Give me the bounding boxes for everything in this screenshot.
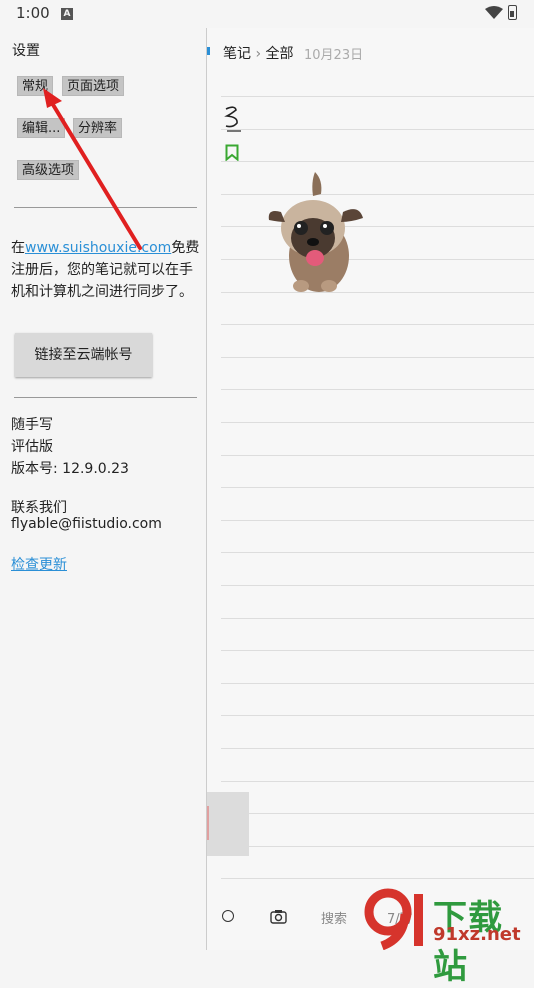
rule-line bbox=[221, 129, 534, 130]
rule-line bbox=[221, 455, 534, 456]
rule-line bbox=[221, 846, 534, 847]
divider bbox=[14, 397, 197, 398]
settings-panel: 设置 常规 页面选项 编辑... 分辨率 高级选项 在www.suishouxi… bbox=[0, 28, 206, 950]
breadcrumb: 笔记 › 全部 bbox=[223, 43, 294, 63]
rule-line bbox=[221, 650, 534, 651]
rule-line bbox=[221, 552, 534, 553]
divider bbox=[14, 207, 197, 208]
rule-line bbox=[221, 422, 534, 423]
version-label: 版本号: 12.9.0.23 bbox=[11, 461, 129, 477]
crumb-marker bbox=[207, 47, 210, 55]
rule-line bbox=[221, 585, 534, 586]
tab-page-options[interactable]: 页面选项 bbox=[62, 76, 125, 96]
rule-line bbox=[221, 683, 534, 684]
watermark-logo bbox=[364, 888, 423, 950]
circle-tool-icon[interactable] bbox=[222, 910, 234, 922]
breadcrumb-root[interactable]: 笔记 bbox=[223, 46, 251, 62]
rule-line bbox=[221, 161, 534, 162]
side-drawer-handle[interactable] bbox=[207, 792, 249, 856]
notebook-page[interactable]: 笔记 › 全部 10月23日 搜索 7/写 bbox=[207, 28, 534, 950]
rule-line bbox=[221, 324, 534, 325]
status-bar: 1:00 A bbox=[0, 0, 534, 28]
handwriting-stroke bbox=[224, 106, 241, 132]
camera-icon[interactable] bbox=[270, 909, 287, 924]
app-name: 随手写 bbox=[11, 417, 53, 433]
check-update-link[interactable]: 检查更新 bbox=[11, 554, 67, 574]
search-button[interactable]: 搜索 bbox=[321, 908, 347, 927]
rule-line bbox=[221, 715, 534, 716]
rule-line bbox=[221, 748, 534, 749]
rule-line bbox=[221, 813, 534, 814]
notification-a-icon: A bbox=[61, 8, 73, 20]
watermark-url: 91xz.net bbox=[433, 924, 521, 945]
bookmark-icon[interactable] bbox=[225, 144, 239, 161]
breadcrumb-current[interactable]: 全部 bbox=[266, 46, 294, 62]
wifi-icon bbox=[485, 6, 503, 19]
breadcrumb-separator: › bbox=[255, 46, 262, 62]
rule-line bbox=[221, 520, 534, 521]
tab-general[interactable]: 常规 bbox=[17, 76, 54, 96]
tab-advanced[interactable]: 高级选项 bbox=[17, 160, 80, 180]
rule-line bbox=[221, 389, 534, 390]
tab-edit[interactable]: 编辑... bbox=[17, 118, 66, 138]
rule-line bbox=[221, 781, 534, 782]
rule-line bbox=[221, 487, 534, 488]
pug-sticker[interactable] bbox=[265, 168, 371, 298]
tab-resolution[interactable]: 分辨率 bbox=[73, 118, 123, 138]
note-date: 10月23日 bbox=[304, 48, 364, 63]
sync-description: 在www.suishouxie.com免费注册后，您的笔记就可以在手机和计算机之… bbox=[11, 237, 201, 303]
battery-icon bbox=[508, 5, 517, 20]
status-time: 1:00 bbox=[16, 4, 50, 22]
rule-line bbox=[221, 618, 534, 619]
rule-line bbox=[221, 878, 534, 879]
rule-line bbox=[221, 357, 534, 358]
edition-label: 评估版 bbox=[11, 439, 53, 455]
sync-prefix: 在 bbox=[11, 240, 25, 256]
website-link[interactable]: www.suishouxie.com bbox=[25, 240, 171, 256]
rule-line bbox=[221, 96, 534, 97]
link-cloud-account-button[interactable]: 链接至云端帐号 bbox=[15, 333, 152, 377]
contact-title: 联系我们 bbox=[11, 500, 67, 516]
settings-title: 设置 bbox=[12, 43, 40, 59]
contact-email: flyable@fiistudio.com bbox=[11, 516, 162, 532]
